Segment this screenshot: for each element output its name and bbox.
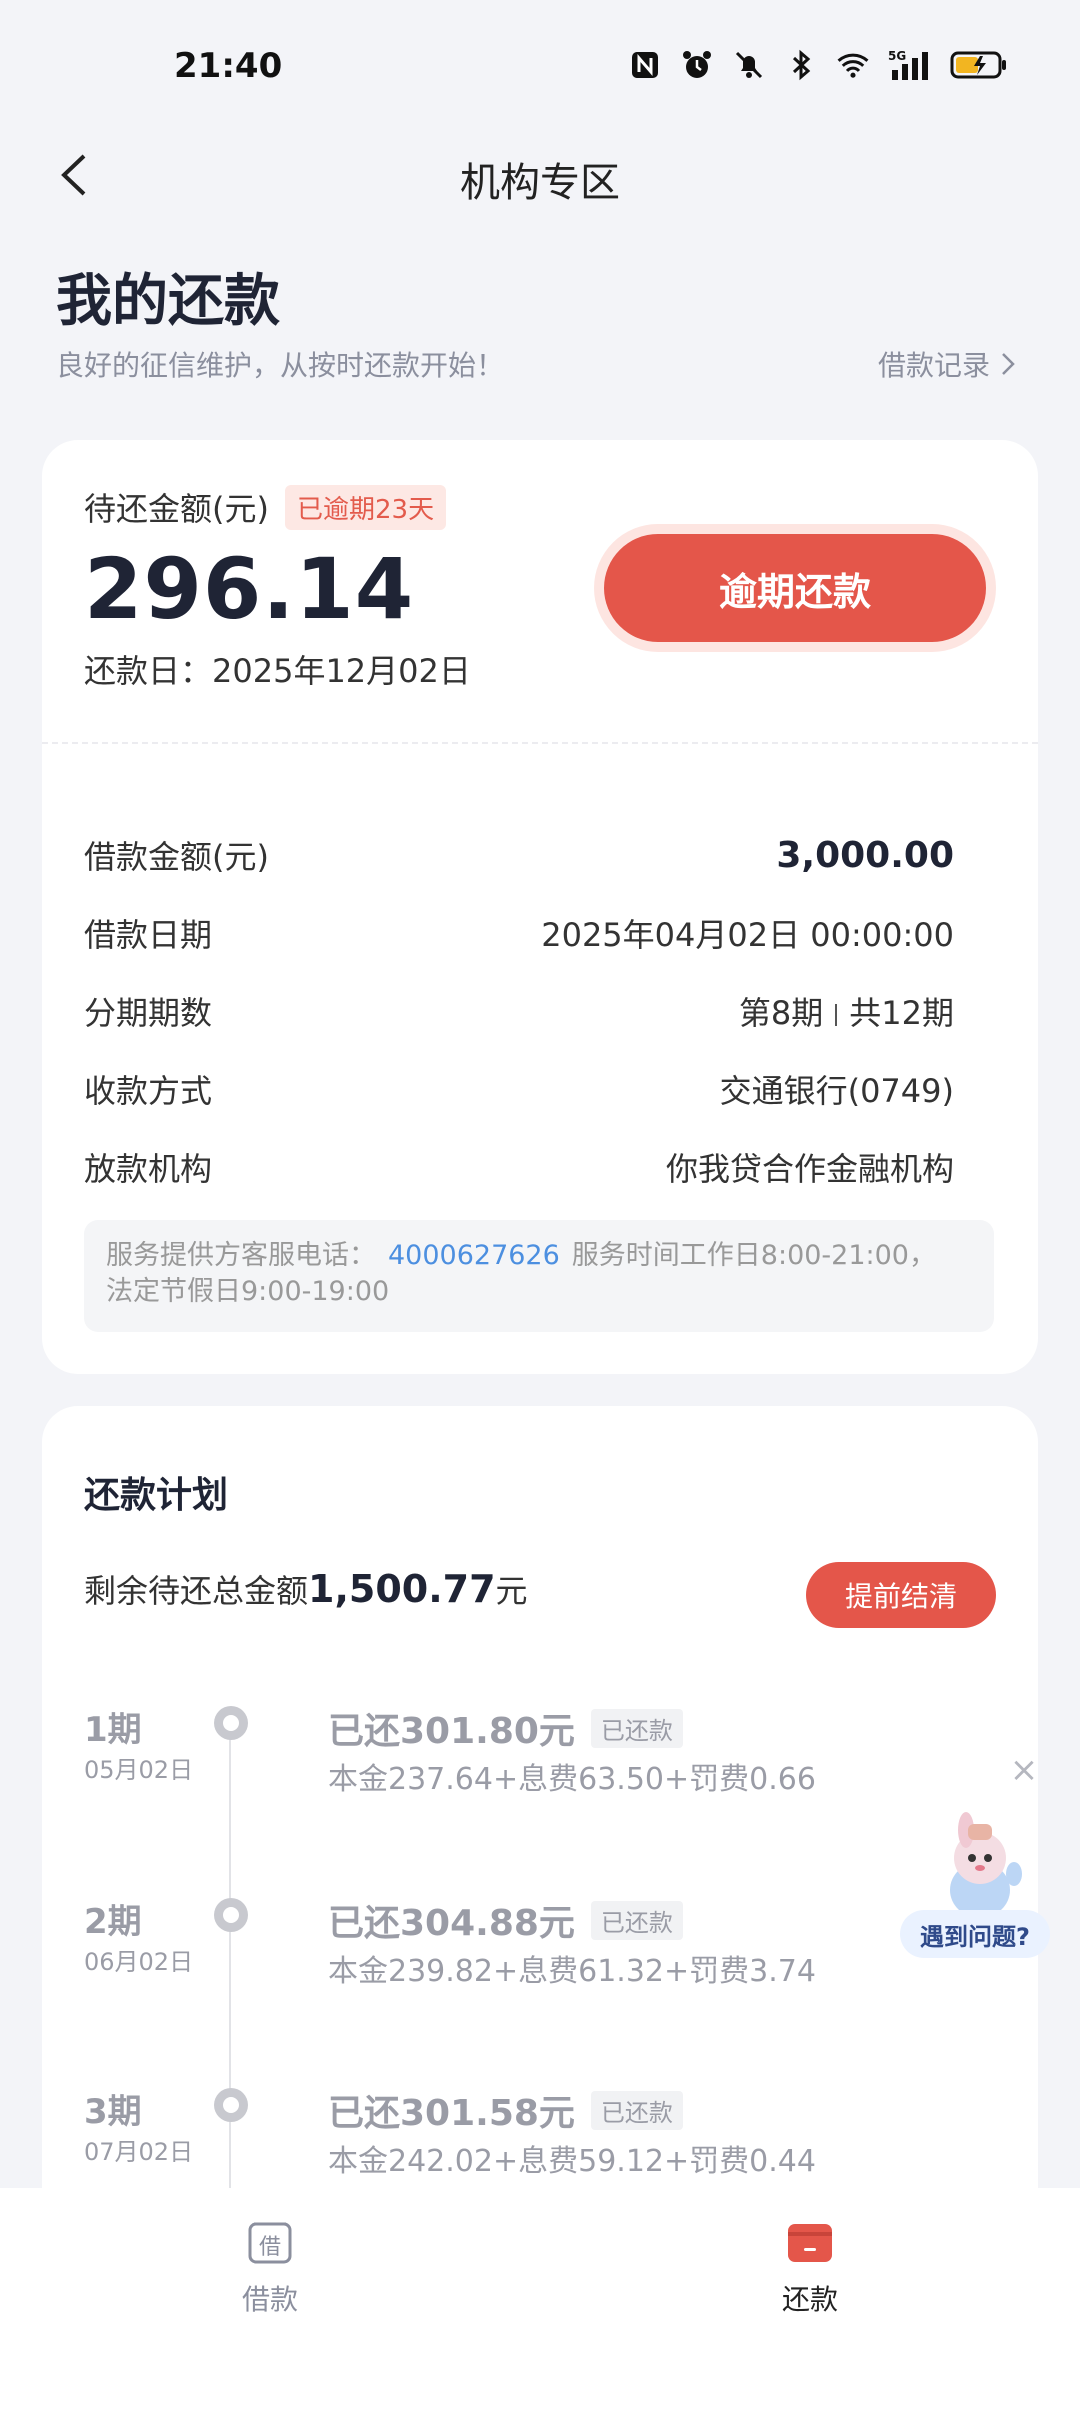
detail-label: 放款机构 [84,1150,213,1188]
helper-close-icon[interactable]: × [1006,1752,1042,1788]
network-label: 5G [888,49,906,63]
due-date: 还款日：2025年12月02日 [84,652,471,690]
battery-icon [950,48,1008,82]
detail-row-installments: 分期期数 第8期 共12期 [84,986,954,1036]
detail-row-receive-method: 收款方式 交通银行(0749) [84,1064,954,1114]
period-detail: 本金237.64+息费63.50+罚费0.66 [328,1762,816,1797]
tab-borrow-label: 借款 [241,2283,298,2316]
bottom-tab-bar: 借 借款 还款 [0,2188,1080,2412]
timeline-dot [214,2088,248,2122]
wallet-icon [788,2224,832,2262]
help-assistant-widget[interactable]: 遇到问题? [900,1810,1050,1970]
service-info-box: 服务提供方客服电话： 4000627626 服务时间工作日8:00-21:00， 法… [84,1220,994,1332]
period-main: 已还301.58元 已还款 [328,2084,683,2136]
remaining-suffix: 元 [495,1572,528,1610]
period-item[interactable]: 1期 05月02日 已还301.80元 已还款 本金237.64+息费63.50… [84,1702,984,1822]
page-subtitle: 良好的征信维护，从按时还款开始！ [56,349,505,382]
header-title: 机构专区 [460,160,620,206]
status-icons: 5G [628,48,1008,82]
period-date: 07月02日 [84,2138,194,2166]
detail-row-loan-date: 借款日期 2025年04月02日 00:00:00 [84,908,954,958]
tab-repay-label: 还款 [781,2283,838,2316]
chevron-right-icon [1002,353,1015,375]
detail-label: 借款金额(元) [84,838,269,876]
helper-label: 遇到问题? [900,1910,1050,1958]
borrow-tab-icon-char: 借 [259,2235,281,2260]
tab-borrow[interactable]: 借 借款 [170,2218,370,2318]
nav-header: 机构专区 [0,130,1080,220]
plan-title: 还款计划 [84,1475,229,1516]
signal-5g-icon: 5G [888,48,932,82]
detail-value: 第8期 共12期 [739,988,954,1034]
period-paid: 已还304.88元 [328,1903,575,1944]
period-date: 05月02日 [84,1756,194,1784]
period-number: 1期 [84,1710,142,1750]
status-time: 21:40 [174,46,283,86]
status-bar: 21:40 5G [0,0,1080,130]
period-paid: 已还301.80元 [328,1711,575,1752]
page: 21:40 5G 机构专区 我的还款 良好的征信维护，从按时还款开始！ 借款记录… [0,0,1080,2412]
period-date: 06月02日 [84,1948,194,1976]
detail-value: 2025年04月02日 00:00:00 [541,916,954,954]
wifi-icon [836,48,870,82]
early-settle-button[interactable]: 提前结清 [806,1562,996,1628]
page-title: 我的还款 [56,269,280,334]
pending-amount-label-row: 待还金额(元) 已逾期23天 [84,484,447,530]
period-detail: 本金239.82+息费61.32+罚费3.74 [328,1954,816,1989]
dashed-divider [42,742,1038,744]
current-installment: 第8期 [738,994,824,1032]
remaining-prefix: 剩余待还总金额 [84,1572,309,1610]
loan-records-link[interactable]: 借款记录 [878,344,1016,384]
mute-icon [732,48,766,82]
service-hours: 服务时间工作日8:00-21:00， [571,1240,936,1271]
total-installments: 共12期 [849,994,954,1032]
borrow-tab-icon: 借 [248,2222,292,2264]
service-prefix: 服务提供方客服电话： [106,1240,376,1271]
period-detail: 本金242.02+息费59.12+罚费0.44 [328,2144,816,2179]
period-item[interactable]: 2期 06月02日 已还304.88元 已还款 本金239.82+息费61.32… [84,1894,984,2014]
detail-value: 你我贷合作金融机构 [665,1150,954,1188]
period-number: 3期 [84,2092,142,2132]
detail-row-lender: 放款机构 你我贷合作金融机构 [84,1142,954,1192]
period-paid: 已还301.58元 [328,2093,575,2134]
detail-label: 收款方式 [84,1072,213,1110]
period-status-tag: 已还款 [590,1708,683,1748]
detail-value: 3,000.00 [776,834,954,876]
timeline-dot [214,1898,248,1932]
detail-label: 分期期数 [84,994,213,1032]
detail-value: 交通银行(0749) [719,1072,954,1110]
timeline-dot [214,1706,248,1740]
period-main: 已还304.88元 已还款 [328,1894,683,1946]
remaining-total: 剩余待还总金额1,500.77元 [84,1566,528,1612]
detail-label: 借款日期 [84,916,213,954]
alarm-icon [680,48,714,82]
pending-amount: 296.14 [84,540,415,638]
overdue-repay-button[interactable]: 逾期还款 [604,534,986,642]
overdue-button-halo: 逾期还款 [594,524,996,652]
period-main: 已还301.80元 已还款 [328,1702,683,1754]
detail-row-loan-amount: 借款金额(元) 3,000.00 [84,830,954,880]
service-phone-link[interactable]: 4000627626 [388,1240,560,1271]
period-status-tag: 已还款 [590,1900,683,1940]
service-hours-holiday: 法定节假日9:00-19:00 [106,1276,390,1307]
repayment-summary-card: 待还金额(元) 已逾期23天 296.14 还款日：2025年12月02日 逾期… [42,440,1038,1374]
loan-records-label: 借款记录 [877,349,990,382]
period-number: 2期 [84,1902,142,1942]
separator [835,1004,838,1026]
period-item[interactable]: 3期 07月02日 已还301.58元 已还款 本金242.02+息费59.12… [84,2084,984,2204]
period-status-tag: 已还款 [590,2090,683,2130]
tab-repay[interactable]: 还款 [710,2218,910,2318]
nfc-icon [628,48,662,82]
remaining-amount: 1,500.77 [308,1567,496,1611]
pending-amount-label: 待还金额(元) [84,490,269,528]
bluetooth-icon [784,48,818,82]
overdue-badge: 已逾期23天 [284,484,447,530]
